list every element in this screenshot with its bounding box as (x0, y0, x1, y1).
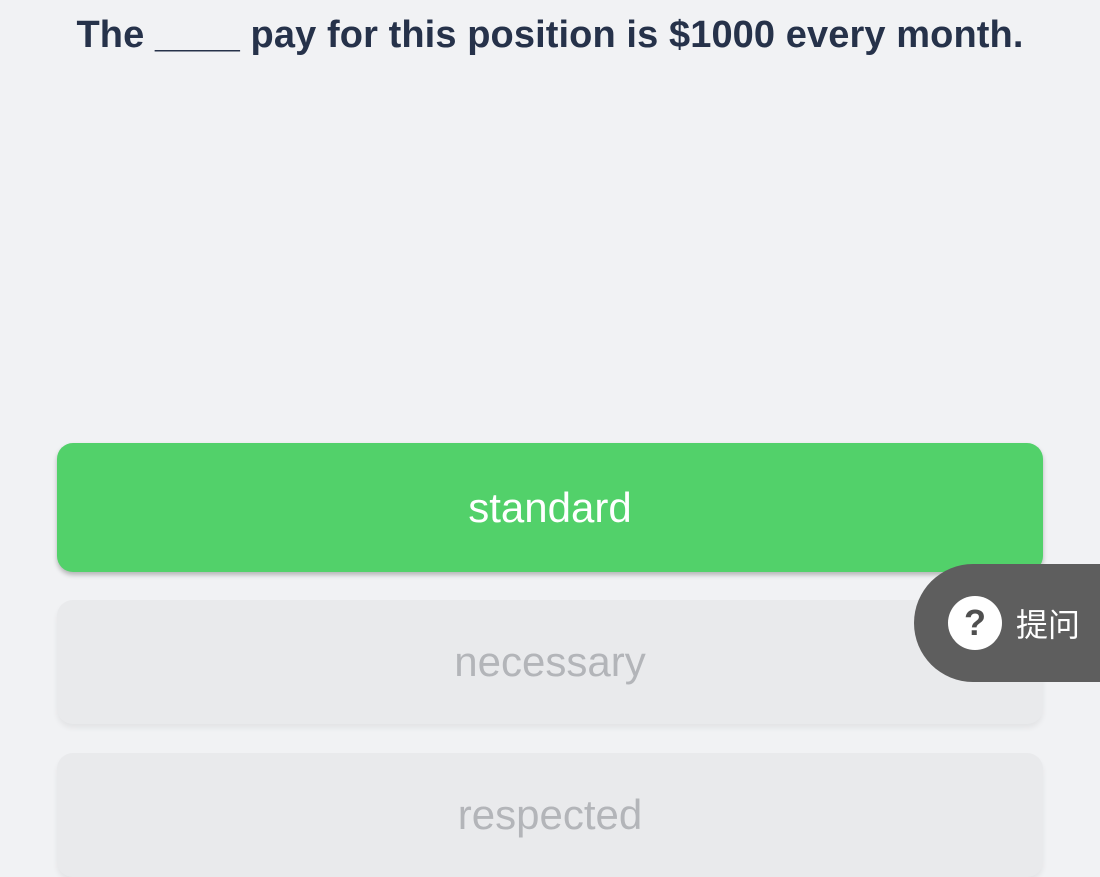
ask-question-button[interactable]: ? 提问 (914, 564, 1100, 682)
option-standard[interactable]: standard (57, 443, 1043, 572)
option-label: respected (457, 791, 643, 838)
option-respected[interactable]: respected (57, 753, 1043, 877)
option-label: necessary (454, 638, 646, 685)
question-text: The ____ pay for this position is $1000 … (76, 14, 1024, 56)
option-label: standard (468, 483, 632, 531)
question-circle-icon: ? (948, 596, 1002, 650)
ask-question-label: 提问 (1016, 606, 1081, 644)
option-necessary[interactable]: necessary (57, 600, 1043, 724)
